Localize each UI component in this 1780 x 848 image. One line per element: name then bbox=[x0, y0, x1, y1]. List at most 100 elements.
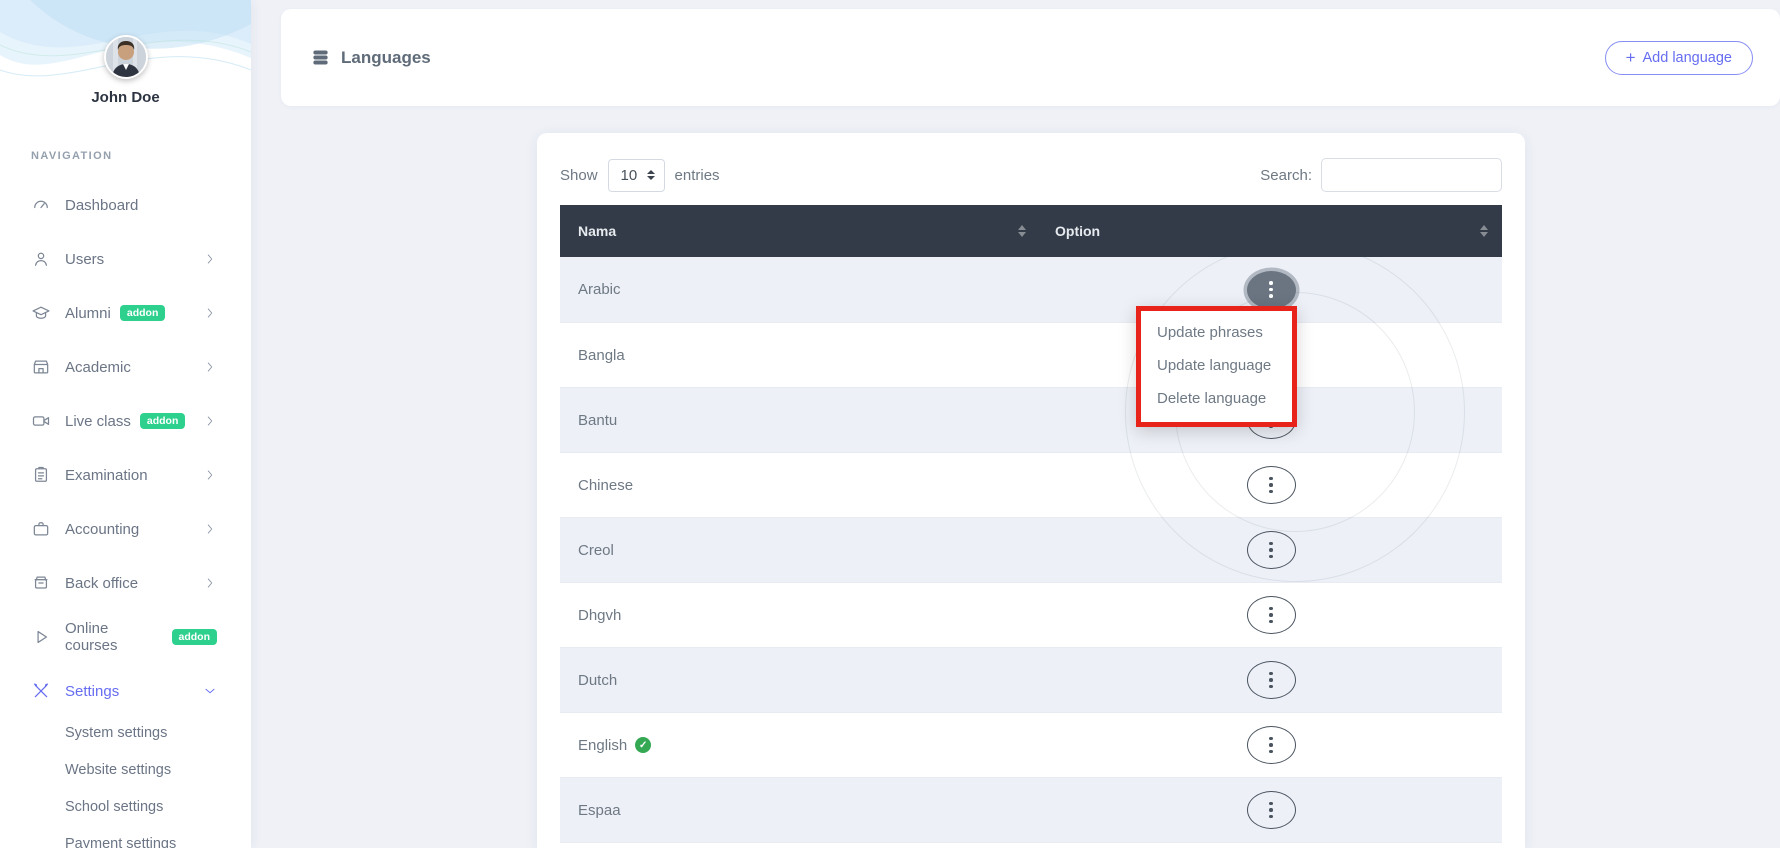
sidebar-item-label: Alumni bbox=[65, 304, 111, 322]
database-icon bbox=[313, 50, 328, 65]
sidebar-item-label: Back office bbox=[65, 574, 139, 592]
kebab-icon bbox=[1269, 801, 1273, 819]
chevron-down-icon bbox=[203, 684, 217, 698]
sort-icon bbox=[1480, 225, 1488, 237]
sidebar-item-dashboard[interactable]: Dashboard bbox=[0, 178, 251, 232]
chevron-right-icon bbox=[203, 360, 217, 374]
kebab-icon bbox=[1269, 541, 1273, 559]
table-row: Dhgvh bbox=[560, 582, 1502, 647]
play-icon bbox=[31, 627, 51, 647]
sort-icon bbox=[1018, 225, 1026, 237]
kebab-icon bbox=[1269, 736, 1273, 754]
page-title-text: Languages bbox=[341, 47, 431, 67]
sidebar-item-label: Accounting bbox=[65, 520, 140, 538]
languages-card: Show 10 entries Search: Nama Option Arab… bbox=[537, 133, 1525, 848]
chevron-right-icon bbox=[203, 522, 217, 536]
sidebar-item-label: Dashboard bbox=[65, 196, 139, 214]
page-header: Languages + Add language bbox=[281, 9, 1780, 106]
sidebar-item-accounting[interactable]: Accounting bbox=[0, 502, 251, 556]
sidebar-item-label: Examination bbox=[65, 466, 148, 484]
sidebar-item-examination[interactable]: Examination bbox=[0, 448, 251, 502]
sidebar-item-website-settings[interactable]: Website settings bbox=[0, 751, 251, 788]
row-options-button[interactable] bbox=[1246, 661, 1296, 699]
column-label: Nama bbox=[578, 223, 617, 239]
column-label: Option bbox=[1055, 223, 1101, 239]
sidebar-item-users[interactable]: Users bbox=[0, 232, 251, 286]
dashboard-icon bbox=[31, 195, 51, 215]
table-row: Chinese bbox=[560, 452, 1502, 517]
video-camera-icon bbox=[31, 411, 51, 431]
entries-label: entries bbox=[674, 166, 720, 184]
row-options-button[interactable] bbox=[1246, 466, 1296, 504]
table-controls: Show 10 entries Search: bbox=[560, 155, 1502, 195]
add-language-label: Add language bbox=[1642, 49, 1733, 66]
chevron-right-icon bbox=[203, 306, 217, 320]
users-icon bbox=[31, 249, 51, 269]
sidebar-item-label: Settings bbox=[65, 682, 120, 700]
addon-badge: addon bbox=[139, 413, 186, 429]
sidebar-item-academic[interactable]: Academic bbox=[0, 340, 251, 394]
add-language-button[interactable]: + Add language bbox=[1604, 40, 1753, 75]
sidebar-item-label: Online courses bbox=[65, 620, 118, 654]
page-size-control: Show 10 entries bbox=[560, 158, 720, 192]
clipboard-icon bbox=[31, 465, 51, 485]
kebab-icon bbox=[1269, 476, 1273, 494]
language-name: Creol bbox=[578, 541, 614, 559]
avatar[interactable] bbox=[104, 35, 148, 79]
menu-item-delete-language[interactable]: Delete language bbox=[1141, 382, 1292, 415]
column-header-nama[interactable]: Nama bbox=[560, 205, 1040, 257]
language-name: Bantu bbox=[578, 411, 618, 429]
row-options-button[interactable] bbox=[1246, 270, 1296, 309]
page-size-value: 10 bbox=[620, 166, 638, 184]
kebab-icon bbox=[1269, 671, 1273, 689]
sidebar-item-school-settings[interactable]: School settings bbox=[0, 788, 251, 825]
chevron-right-icon bbox=[203, 468, 217, 482]
row-options-button[interactable] bbox=[1246, 791, 1296, 829]
table-body: Arabic Bangla Bantu Chinese Creol Dhgvh … bbox=[560, 242, 1502, 848]
table-row-partial bbox=[560, 842, 1502, 848]
row-options-menu: Update phrases Update language Delete la… bbox=[1136, 306, 1297, 427]
search-control: Search: bbox=[1260, 158, 1502, 192]
show-label: Show bbox=[560, 166, 598, 184]
chevron-right-icon bbox=[203, 576, 217, 590]
archive-icon bbox=[31, 573, 51, 593]
menu-item-update-phrases[interactable]: Update phrases bbox=[1141, 316, 1292, 349]
language-name: Chinese bbox=[578, 476, 634, 494]
plus-icon: + bbox=[1625, 47, 1636, 67]
table-row: English ✓ bbox=[560, 712, 1502, 777]
sidebar-item-alumni[interactable]: Alumni addon bbox=[0, 286, 251, 340]
settings-submenu: System settings Website settings School … bbox=[0, 714, 251, 848]
row-options-button[interactable] bbox=[1246, 726, 1296, 764]
table-row: Espaa bbox=[560, 777, 1502, 842]
sidebar-nav: Dashboard Users Alumni addon Academic Li… bbox=[0, 178, 251, 718]
row-options-button[interactable] bbox=[1246, 531, 1296, 569]
kebab-icon bbox=[1269, 606, 1273, 624]
language-name: Dutch bbox=[578, 671, 618, 689]
table-row: Creol bbox=[560, 517, 1502, 582]
select-arrows-icon bbox=[646, 170, 655, 180]
menu-item-update-language[interactable]: Update language bbox=[1141, 349, 1292, 382]
addon-badge: addon bbox=[119, 305, 166, 321]
verified-check-icon: ✓ bbox=[635, 737, 652, 753]
sidebar-item-payment-settings[interactable]: Payment settings bbox=[0, 825, 251, 848]
row-options-button[interactable] bbox=[1246, 596, 1296, 634]
sidebar: John Doe NAVIGATION Dashboard Users Alum… bbox=[0, 0, 251, 848]
sidebar-item-back-office[interactable]: Back office bbox=[0, 556, 251, 610]
navigation-section-label: NAVIGATION bbox=[31, 150, 113, 162]
table-row: Bantu bbox=[560, 387, 1502, 452]
kebab-icon bbox=[1269, 281, 1273, 298]
page-title: Languages bbox=[311, 48, 431, 68]
sidebar-item-settings[interactable]: Settings bbox=[0, 664, 251, 718]
user-name: John Doe bbox=[91, 89, 160, 106]
chevron-right-icon bbox=[203, 252, 217, 266]
column-header-option[interactable]: Option bbox=[1040, 205, 1502, 257]
tools-icon bbox=[31, 681, 51, 701]
sidebar-item-system-settings[interactable]: System settings bbox=[0, 714, 251, 751]
sidebar-item-label: Academic bbox=[65, 358, 131, 376]
language-name: Arabic bbox=[578, 281, 621, 298]
page-size-select[interactable]: 10 bbox=[607, 158, 665, 192]
search-input[interactable] bbox=[1321, 158, 1502, 192]
sidebar-item-live-class[interactable]: Live class addon bbox=[0, 394, 251, 448]
addon-badge: addon bbox=[171, 629, 217, 645]
sidebar-item-online-courses[interactable]: Online courses addon bbox=[0, 610, 251, 664]
